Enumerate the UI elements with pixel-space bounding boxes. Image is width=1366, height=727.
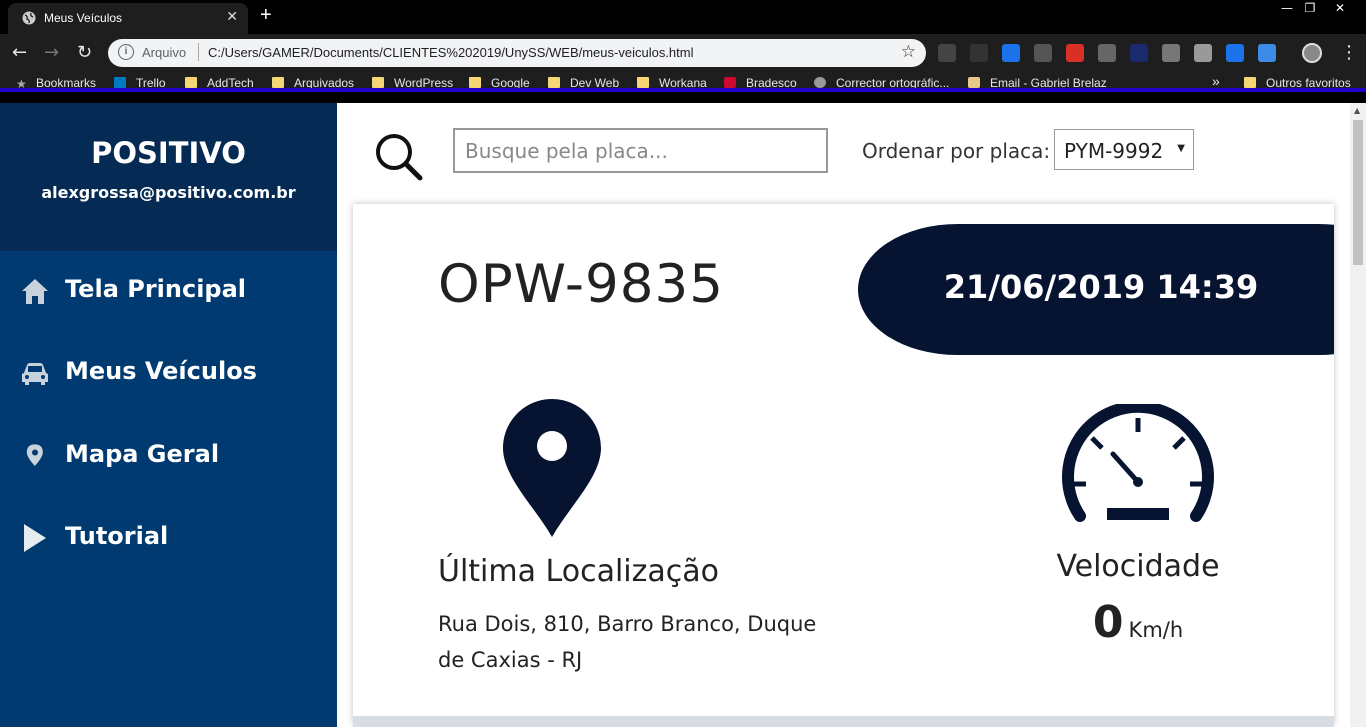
sidebar: POSITIVO alexgrossa@positivo.com.br Tela… [0, 103, 337, 727]
speed-unit: Km/h [1128, 618, 1184, 642]
scrollbar-thumb[interactable] [1353, 120, 1363, 265]
location-pin-icon [503, 399, 601, 537]
folder-icon [1244, 77, 1256, 88]
sidebar-item-label: Tela Principal [65, 275, 247, 303]
extension-calendar-icon[interactable] [1066, 44, 1084, 62]
sidebar-item-label: Meus Veículos [65, 357, 257, 385]
extension-gear-icon[interactable] [1162, 44, 1180, 62]
play-icon [24, 524, 46, 552]
location-title: Última Localização [438, 554, 719, 589]
extension-pen-icon[interactable] [938, 44, 956, 62]
vehicle-card: OPW-9835 21/06/2019 14:39 Última Localiz… [353, 204, 1334, 724]
folder-icon [637, 77, 649, 88]
speed-value: 0 [1092, 597, 1124, 648]
vehicle-plate: OPW-9835 [438, 254, 724, 315]
more-bookmarks-button[interactable]: » [1212, 73, 1220, 89]
chevron-down-icon: ▼ [1177, 143, 1185, 154]
menu-icon[interactable]: ⋮ [1340, 42, 1358, 63]
extension-download-icon[interactable] [1258, 44, 1276, 62]
sidebar-item-mapa-geral[interactable]: Mapa Geral [0, 426, 337, 486]
extension-function-icon[interactable] [970, 44, 988, 62]
sidebar-item-label: Tutorial [65, 522, 169, 550]
extension-screen-icon[interactable] [1002, 44, 1020, 62]
info-icon[interactable]: i [118, 44, 134, 60]
sort-label: Ordenar por placa: [862, 139, 1051, 163]
car-icon [22, 363, 48, 385]
address-bar[interactable]: i Arquivo C:/Users/GAMER/Documents/CLIEN… [108, 39, 926, 67]
location-address: Rua Dois, 810, Barro Branco, Duque de Ca… [438, 612, 817, 672]
speed-title: Velocidade [1056, 549, 1220, 584]
folder-icon [272, 77, 284, 88]
user-email: alexgrossa@positivo.com.br [41, 183, 296, 202]
map-pin-icon [26, 444, 43, 466]
sidebar-item-tela-principal[interactable]: Tela Principal [0, 261, 337, 321]
bradesco-icon [724, 77, 736, 88]
speedometer-icon [1062, 404, 1214, 522]
browser-tabbar: Meus Veículos ✕ + — ❐ ✕ [0, 0, 1366, 34]
extension-capture-icon[interactable] [1226, 44, 1244, 62]
trello-icon [114, 77, 126, 88]
user-profile: POSITIVO alexgrossa@positivo.com.br [0, 103, 337, 251]
folder-icon [469, 77, 481, 88]
browser-toolbar: ← → ↻ i Arquivo C:/Users/GAMER/Documents… [0, 34, 1366, 72]
sidebar-item-label: Mapa Geral [65, 440, 220, 468]
window-close-button[interactable]: ✕ [1325, 0, 1355, 18]
company-name: POSITIVO [91, 136, 246, 170]
home-icon [22, 279, 48, 304]
email-icon [968, 77, 980, 88]
globe-icon [22, 11, 36, 25]
page-scrollbar[interactable]: ▲ [1350, 103, 1366, 727]
sort-select[interactable]: PYM-9992 ▼ [1054, 129, 1194, 170]
back-button[interactable]: ← [12, 42, 27, 63]
forward-button[interactable]: → [44, 42, 59, 63]
folder-icon [372, 77, 384, 88]
address-url[interactable]: C:/Users/GAMER/Documents/CLIENTES%202019… [208, 45, 694, 60]
extension-cube-icon[interactable] [1194, 44, 1212, 62]
folder-icon [548, 77, 560, 88]
extension-gmail-icon[interactable] [1034, 44, 1052, 62]
next-card-edge [353, 716, 1334, 727]
sidebar-item-meus-veiculos[interactable]: Meus Veículos [0, 343, 337, 403]
search-icon[interactable] [373, 131, 423, 181]
page: POSITIVO alexgrossa@positivo.com.br Tela… [0, 103, 1366, 727]
extension-camera-icon[interactable] [1098, 44, 1116, 62]
reload-button[interactable]: ↻ [77, 42, 92, 63]
search-input[interactable] [453, 128, 828, 173]
address-scheme: Arquivo [142, 45, 187, 60]
vehicle-datetime: 21/06/2019 14:39 [943, 268, 1259, 306]
folder-icon [185, 77, 197, 88]
globe-icon [814, 77, 826, 88]
restore-button[interactable]: ❐ [1295, 0, 1325, 18]
toolbar-divider [0, 92, 1366, 103]
tab-close-icon[interactable]: ✕ [226, 9, 238, 25]
main-content: Ordenar por placa: PYM-9992 ▼ OPW-9835 2… [337, 103, 1350, 727]
sort-selected-value: PYM-9992 [1064, 139, 1164, 163]
bookmark-star-icon[interactable]: ☆ [901, 42, 916, 62]
address-separator [198, 43, 199, 61]
scroll-up-icon[interactable]: ▲ [1354, 106, 1360, 115]
tab-title: Meus Veículos [44, 11, 123, 25]
extension-n-icon[interactable] [1130, 44, 1148, 62]
speed-readout: 0 Km/h [993, 597, 1283, 648]
new-tab-button[interactable]: + [260, 4, 272, 27]
profile-avatar[interactable] [1302, 43, 1322, 63]
sidebar-item-tutorial[interactable]: Tutorial [0, 508, 337, 568]
browser-tab[interactable]: Meus Veículos ✕ [8, 3, 248, 34]
